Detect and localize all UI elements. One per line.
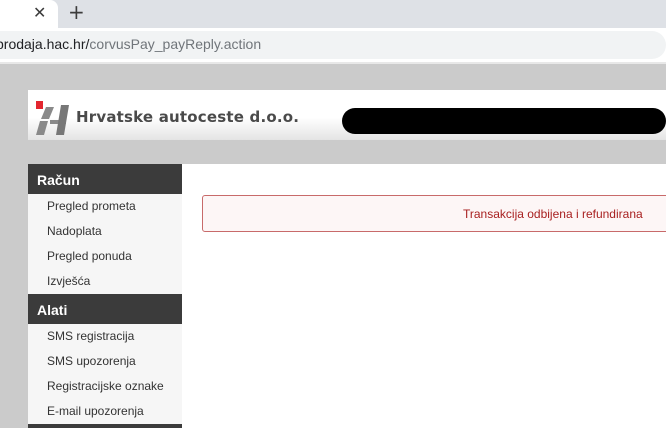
address-bar[interactable]: prodaja.hac.hr/corvusPay_payReply.action <box>0 31 666 59</box>
new-tab-icon[interactable]: + <box>68 1 85 23</box>
site-header: Hrvatske autoceste d.o.o. <box>28 90 666 140</box>
error-alert: Transakcija odbijena i refundirana <box>202 195 666 232</box>
url-text[interactable]: prodaja.hac.hr/corvusPay_payReply.action <box>0 36 261 52</box>
sidebar-bottom-bar <box>28 424 182 428</box>
sidebar-section-alati: Alati <box>28 294 182 324</box>
main-content: Račun Pregled prometa Nadoplata Pregled … <box>28 164 666 428</box>
sidebar-section-racun: Račun <box>28 164 182 194</box>
close-tab-icon[interactable]: ✕ <box>33 3 46 23</box>
hac-logo-icon <box>36 101 69 135</box>
sidebar-item-sms-registracija[interactable]: SMS registracija <box>28 324 182 349</box>
sidebar-menu: Račun Pregled prometa Nadoplata Pregled … <box>28 164 182 428</box>
sidebar-item-izvjesca[interactable]: Izvješća <box>28 269 182 294</box>
sidebar-item-nadoplata[interactable]: Nadoplata <box>28 219 182 244</box>
url-path: corvusPay_payReply.action <box>89 36 262 52</box>
page-viewport: Hrvatske autoceste d.o.o. Račun Pregled … <box>0 64 666 428</box>
browser-tab[interactable]: ✕ <box>0 0 58 28</box>
url-host: prodaja.hac.hr/ <box>0 36 90 52</box>
browser-toolbar: prodaja.hac.hr/corvusPay_payReply.action <box>0 28 666 62</box>
company-name: Hrvatske autoceste d.o.o. <box>76 108 300 126</box>
sidebar-item-email-upozorenja[interactable]: E-mail upozorenja <box>28 399 182 424</box>
sidebar-item-sms-upozorenja[interactable]: SMS upozorenja <box>28 349 182 374</box>
alert-message: Transakcija odbijena i refundirana <box>463 207 643 221</box>
sidebar-item-pregled-prometa[interactable]: Pregled prometa <box>28 194 182 219</box>
sidebar-item-pregled-ponuda[interactable]: Pregled ponuda <box>28 244 182 269</box>
redacted-area <box>342 108 666 134</box>
browser-tab-strip: ✕ + <box>0 0 666 28</box>
sidebar-item-registracijske-oznake[interactable]: Registracijske oznake <box>28 374 182 399</box>
